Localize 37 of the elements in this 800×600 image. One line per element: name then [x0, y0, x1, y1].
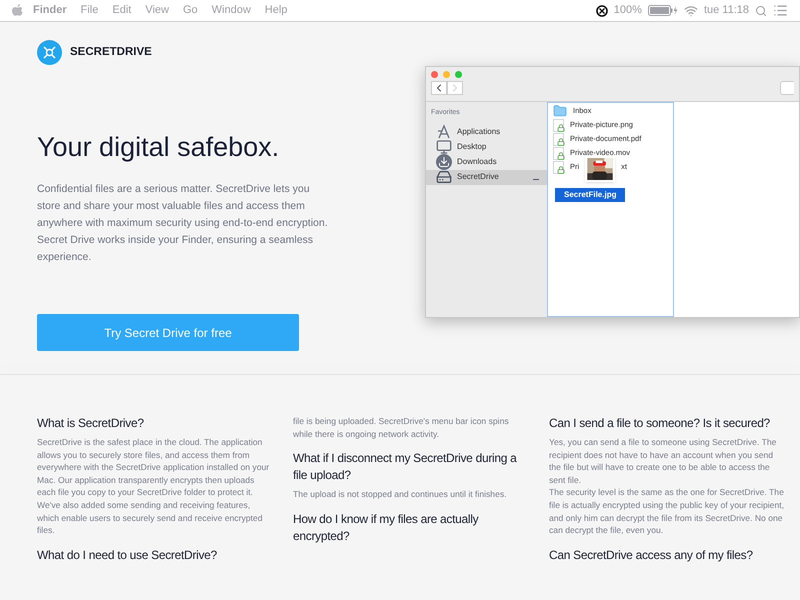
locked-file-icon: [553, 118, 564, 132]
faq-question: How do I know if my files are actually encrypted?: [293, 510, 480, 545]
faq-answer: The upload is not stopped and continues until it finishes.: [293, 488, 508, 501]
faq-question: Can I send a file to someone? Is it secured?: [549, 415, 771, 432]
battery-percent: 100%: [614, 3, 642, 18]
download-icon: [436, 154, 452, 170]
locked-file-icon: [553, 160, 564, 174]
search-icon[interactable]: [755, 4, 767, 16]
sidebar-item[interactable]: Applications: [426, 124, 547, 140]
logo-icon: [37, 40, 62, 65]
wifi-icon[interactable]: [684, 4, 698, 18]
faq-question: Can SecretDrive access any of my files?: [549, 546, 754, 564]
locked-file-icon: [553, 132, 564, 146]
faq-question: What if I disconnect my SecretDrive during a file upload?: [293, 450, 518, 484]
sidebar-item[interactable]: SecretDrive: [426, 170, 547, 184]
status-icon[interactable]: [596, 4, 608, 16]
hero-text: Confidential files are a serious matter. SecretDrive lets you store and share your most valuable files and access them anywhere with maximum security using end-to-end encryption. Secret Drive works inside your Finder, ensuring a seamless experience.: [37, 182, 329, 265]
brand-name[interactable]: SECRETDRIVE: [70, 44, 152, 62]
faq-question: What is SecretDrive?: [37, 415, 145, 432]
battery-icon[interactable]: [648, 5, 678, 16]
hero-title: Your digital safebox.: [37, 131, 280, 164]
locked-file-icon: [553, 146, 564, 160]
faq-answer: Yes, you can send a file to someone using SecretDrive. The recipient does not have to have an account when you send the file but will have to create one to be able to access the sent file. The security level is the same as the one for SecretDrive. The file is actually encrypted using the public key of your recipient, and only him can decrypt the file from its SecretDrive. No one can decrypt the file, even you.: [549, 436, 785, 537]
sidebar-item[interactable]: Downloads: [426, 154, 547, 170]
back-button[interactable]: [431, 81, 447, 95]
dragged-file-name[interactable]: SecretFile.jpg: [555, 188, 626, 202]
faq-answer: SecretDrive is the safest place in the cloud. The application allows you to securely store files, and access them from everywhere with the SecretDrive application installed on your Mac. Our application transparently encrypts then uploads each file you copy to your SecretDrive folder to protect it. We've also added some sending and receiving features, which enable users to securely send and receive encrypted files.: [37, 436, 270, 537]
drive-icon: [436, 169, 452, 185]
sidebar-item[interactable]: Desktop: [426, 140, 547, 154]
faq-question: What do I need to use SecretDrive?: [37, 546, 218, 564]
apple-icon[interactable]: [12, 4, 23, 17]
faq-answer: file is being uploaded. SecretDrive's menu bar icon spins while there is ongoing network activity.: [293, 415, 510, 440]
apps-icon: [436, 124, 452, 140]
folder-icon: [553, 104, 567, 118]
menu-list-icon[interactable]: [773, 3, 788, 18]
toolbar-button[interactable]: [780, 81, 794, 95]
monitor-icon: [436, 139, 452, 155]
